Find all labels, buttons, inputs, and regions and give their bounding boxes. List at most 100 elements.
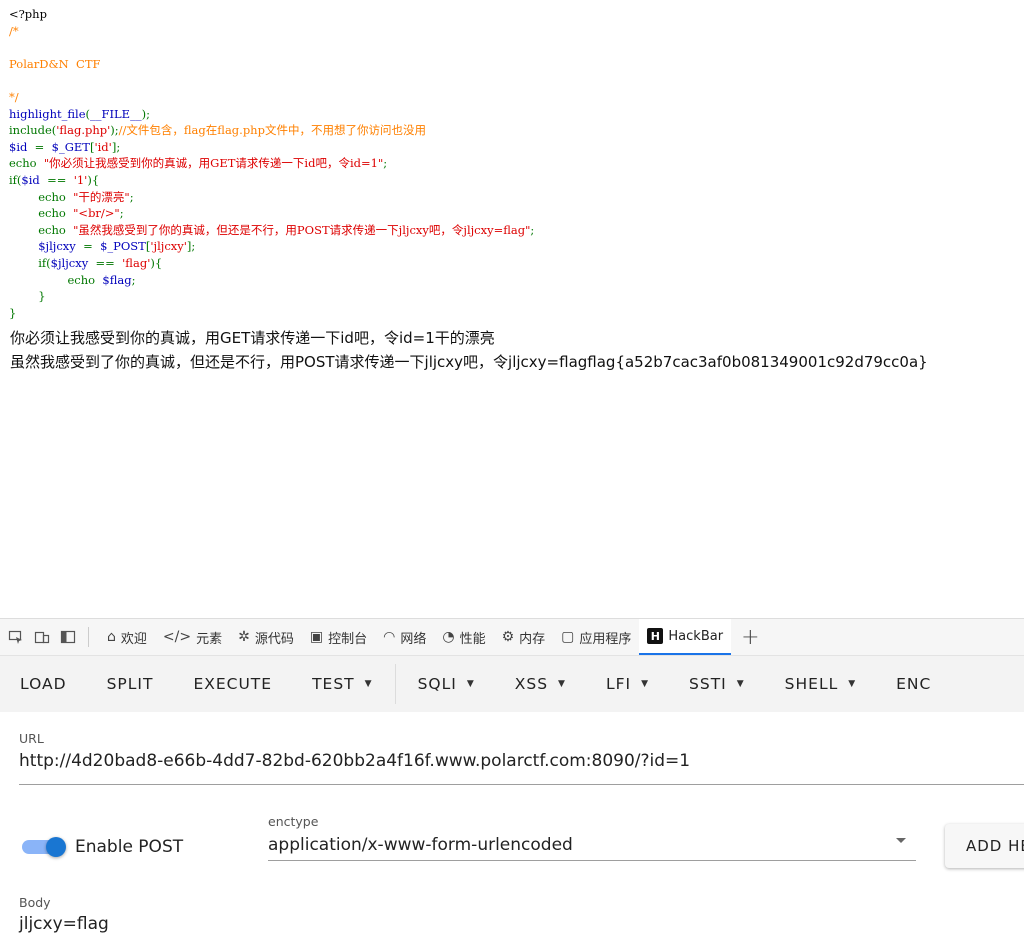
code-token: 'jljcxy' [150,239,187,254]
code-token: highlight_file [9,106,86,121]
code-token: "你必须让我感受到你的真诚，用GET请求传递一下id吧，令id=1" [43,156,384,171]
chevron-down-icon: ▼ [848,679,857,689]
code-token: ; [119,206,124,221]
inspect-element-icon[interactable] [6,627,26,647]
code-line-echo-1: echo "你必须让我感受到你的真诚，用GET请求传递一下id吧，令id=1"; [9,156,387,170]
button-label: ADD HEADER [966,837,1024,855]
code-token: '1' [73,172,88,187]
body-field[interactable]: jljcxy=flag [19,914,109,934]
add-header-button[interactable]: ADD HEADER [945,824,1024,868]
enctype-select[interactable]: application/x-www-form-urlencoded [268,835,573,855]
xss-menu-button[interactable]: XSS ▼ [495,656,586,712]
tab-hackbar[interactable]: H HackBar [639,619,732,655]
button-label: TEST [312,675,355,693]
toolbar-divider [394,664,396,704]
code-token: ; [131,272,136,287]
tab-label: 控制台 [328,631,368,647]
code-token: echo [9,222,74,237]
dock-sidebar-icon[interactable] [58,627,78,647]
code-token: $flag [102,272,132,287]
tab-console[interactable]: ▣ 控制台 [302,619,375,655]
button-label: XSS [514,675,549,693]
test-menu-button[interactable]: TEST ▼ [292,656,393,712]
code-token: ]; [111,139,121,154]
code-token: "虽然我感受到了你的真诚，但还是不行，用POST请求传递一下jljcxy吧，令j… [73,222,531,237]
url-field-underline [19,784,1024,785]
code-token: if( [9,255,51,270]
dropdown-arrow-icon[interactable] [896,838,906,843]
encoding-menu-button[interactable]: ENC [876,656,951,712]
tab-separator [88,627,89,647]
output-line-1: 你必须让我感受到你的真诚，用GET请求传递一下id吧，令id=1干的漂亮 [10,329,495,347]
chevron-down-icon: ▼ [736,679,745,689]
url-field[interactable]: http://4d20bad8-e66b-4dd7-82bd-620bb2a4f… [19,751,690,771]
code-line-comment-end: */ [9,89,19,104]
ssti-menu-button[interactable]: SSTI ▼ [669,656,765,712]
toggle-thumb [46,837,66,857]
code-token: ){ [150,255,163,270]
enable-post-label: Enable POST [75,837,184,857]
code-token: == [95,255,123,270]
url-label: URL [19,731,44,746]
code-line-echo-flag: echo $flag; [9,273,135,287]
button-label: SSTI [689,675,727,693]
body-label: Body [19,895,51,910]
code-line-if-jljcxy: if($jljcxy == 'flag'){ [9,256,162,270]
hackbar-toolbar: LOAD SPLIT EXECUTE TEST ▼ SQLI ▼ XSS ▼ LFI ▼… [0,656,1024,712]
chevron-down-icon: ▼ [364,679,373,689]
code-line-echo-3: echo "虽然我感受到了你的真诚，但还是不行，用POST请求传递一下jljcx… [9,223,534,237]
code-token: <?php [9,7,47,21]
code-line-comment-start: /* [9,23,19,38]
code-token: $id [9,139,35,154]
console-icon: ▣ [309,629,324,645]
code-token: $_POST [100,239,146,254]
tab-label: 性能 [459,631,486,647]
code-token: ); [141,106,150,121]
lfi-menu-button[interactable]: LFI ▼ [586,656,669,712]
sqli-menu-button[interactable]: SQLI ▼ [398,656,495,712]
tab-sources[interactable]: ✲ 源代码 [230,619,302,655]
tab-application[interactable]: ▢ 应用程序 [553,619,639,655]
code-line-include: include('flag.php');//文件包含，flag在flag.php… [9,123,426,137]
code-line-echo-2: echo "干的漂亮"; [9,190,133,204]
code-token: == [47,172,74,187]
device-emulation-icon[interactable] [32,627,52,647]
split-button[interactable]: SPLIT [87,656,174,712]
tab-network[interactable]: ◠ 网络 [375,619,434,655]
application-icon: ▢ [561,629,575,645]
button-label: SHELL [784,675,839,693]
execute-button[interactable]: EXECUTE [173,656,292,712]
code-token: 'flag' [122,255,151,270]
code-token: = [34,139,52,154]
code-token: echo [9,206,74,221]
tab-label: HackBar [668,628,724,644]
tab-welcome[interactable]: ⌂ 欢迎 [99,619,155,655]
code-token: echo [9,156,44,171]
code-line-comment-title: PolarD&N CTF [9,56,101,71]
page-output: 你必须让我感受到你的真诚，用GET请求传递一下id吧，令id=1干的漂亮 虽然我… [10,326,928,374]
add-tab-icon[interactable]: + [741,625,759,650]
code-line-if-id: if($id == '1'){ [9,173,99,187]
enable-post-toggle[interactable] [22,837,68,857]
code-line-open-tag: <?php [9,7,47,21]
devtools-tab-bar: ⌂ 欢迎 </> 元素 ✲ 源代码 ▣ 控制台 ◠ 网络 ◔ 性能 ⚙ 内存 ▢ 应用程序 HH… [0,618,1024,656]
code-token: ]; [186,239,196,254]
button-label: LFI [605,675,632,693]
code-token: 'id' [94,139,112,154]
code-line-close-outer: } [9,305,17,320]
button-label: SQLI [417,675,457,693]
tab-performance[interactable]: ◔ 性能 [434,619,493,655]
tab-label: 源代码 [254,631,294,647]
code-line-highlight-file: highlight_file(__FILE__); [9,107,150,121]
devtools-panel: ⌂ 欢迎 </> 元素 ✲ 源代码 ▣ 控制台 ◠ 网络 ◔ 性能 ⚙ 内存 ▢ 应用程序 HH… [0,618,1024,947]
wifi-icon: ◠ [383,629,396,645]
code-line-echo-br: echo "<br/>"; [9,206,124,221]
shell-menu-button[interactable]: SHELL ▼ [765,656,876,712]
load-button[interactable]: LOAD [0,656,87,712]
code-token: include( [9,123,57,138]
memory-icon: ⚙ [501,629,515,645]
chevron-down-icon: ▼ [641,679,650,689]
tab-elements[interactable]: </> 元素 [155,619,230,655]
button-label: ENC [896,675,932,693]
tab-memory[interactable]: ⚙ 内存 [494,619,554,655]
